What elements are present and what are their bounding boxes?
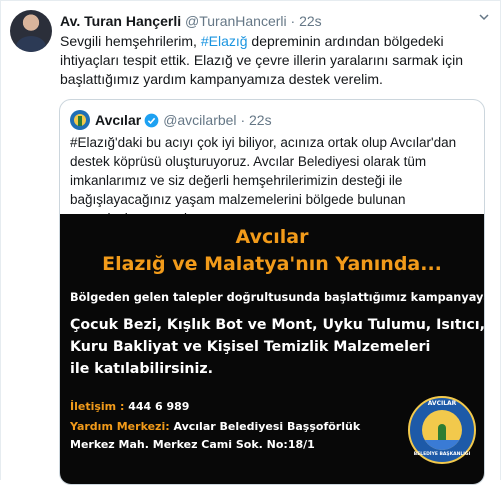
quoted-separator-dot: · [240, 112, 246, 128]
logo-wave-shape [422, 440, 462, 450]
poster-help-center: Yardım Merkezi: Avcılar Belediyesi Başşo… [70, 420, 360, 433]
tweet-header: Av. Turan Hançerli @TuranHancerli · 22s [60, 13, 322, 29]
author-handle[interactable]: @TuranHancerli [185, 13, 287, 29]
quoted-avatar [70, 110, 90, 130]
poster-title: Avcılar [235, 226, 309, 248]
tweet-card[interactable]: Av. Turan Hançerli @TuranHancerli · 22s … [0, 0, 501, 485]
help-center-label: Yardım Merkezi: [70, 420, 170, 433]
tweet-timestamp[interactable]: 22s [299, 13, 322, 29]
logo-top-text: AVCILAR [427, 400, 457, 407]
quoted-author-name: Avcılar [95, 112, 142, 128]
help-center-name: Avcılar Belediyesi Başşoförlük [173, 420, 361, 433]
poster-contact: İletişim : 444 6 989 [70, 400, 189, 413]
quoted-timestamp: 22s [249, 112, 272, 128]
quoted-tweet-header: Avcılar @avcilarbel · 22s [70, 110, 272, 130]
poster-items-line-2: Kuru Bakliyat ve Kişisel Temizlik Malzem… [70, 339, 431, 355]
logo-bottom-text: BELEDİYE BAŞKANLIĞI [413, 452, 471, 457]
municipality-logo: AVCILAR BELEDİYE BAŞKANLIĞI [408, 396, 476, 464]
poster-subtitle: Elazığ ve Malatya'nın Yanında... [102, 253, 442, 275]
contact-number: 444 6 989 [128, 400, 190, 413]
chevron-down-icon[interactable] [478, 11, 490, 23]
quoted-author-handle: @avcilarbel [163, 112, 237, 128]
quoted-tweet[interactable]: Avcılar @avcilarbel · 22s #Elazığ'daki b… [59, 99, 485, 485]
contact-label: İletişim : [70, 400, 125, 413]
verified-badge-icon [144, 113, 159, 127]
poster-intro-line: Bölgeden gelen talepler doğrultusunda ba… [70, 291, 485, 304]
poster-address: Merkez Mah. Merkez Cami Sok. No:18/1 [70, 438, 315, 451]
tweet-text-start: Sevgili hemşehrilerim, [60, 33, 201, 49]
logo-emblem [422, 410, 462, 450]
campaign-poster-image[interactable]: Avcılar Elazığ ve Malatya'nın Yanında...… [60, 214, 484, 484]
avatar[interactable] [10, 10, 52, 52]
hashtag-link[interactable]: #Elazığ [201, 33, 248, 49]
poster-items-line-3: ile katılabilirsiniz. [70, 361, 214, 377]
separator-dot: · [290, 13, 296, 29]
tweet-text: Sevgili hemşehrilerim, #Elazığ depremini… [60, 32, 490, 89]
author-name[interactable]: Av. Turan Hançerli [60, 13, 181, 29]
poster-items-line-1: Çocuk Bezi, Kışlık Bot ve Mont, Uyku Tul… [70, 317, 485, 333]
